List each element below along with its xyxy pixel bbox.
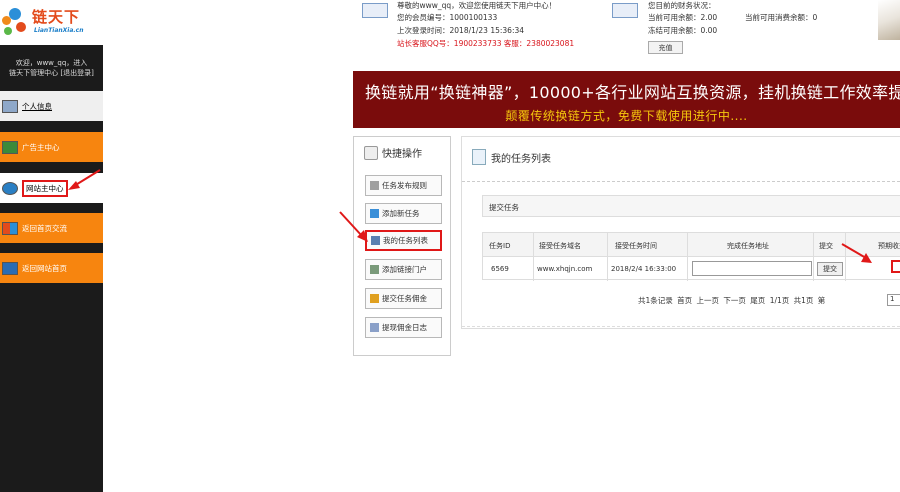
- button-label: 我的任务列表: [383, 236, 428, 245]
- document-icon: [370, 181, 379, 190]
- task-rules-button[interactable]: 任务发布规则: [365, 175, 442, 196]
- logo[interactable]: 链天下 LianTianXia.cn: [0, 0, 103, 45]
- sidebar: 链天下 LianTianXia.cn 欢迎，www_qq，进入 链天下管理中心 …: [0, 0, 103, 492]
- sidebar-item-exchange[interactable]: 返回首页交流: [0, 213, 103, 243]
- sidebar-item-advertiser[interactable]: 广告主中心: [0, 132, 103, 162]
- quick-actions-panel: 快捷操作 任务发布规则 添加新任务 我的任务列表 添加链接门户 提交任务佣金 提…: [353, 136, 451, 356]
- last-login: 上次登录时间：2018/1/23 15:36:34: [397, 26, 525, 35]
- task-table: 任务ID 接受任务域名 接受任务时间 完成任务地址 提交 预期收益 6569 w…: [482, 232, 900, 281]
- column-header: 完成任务地址: [727, 242, 769, 250]
- monitor-icon: [2, 140, 18, 154]
- pagination[interactable]: 共1条记录 首页 上一页 下一页 尾页 1/1页 共1页 第: [638, 295, 825, 306]
- button-label: 提交任务佣金: [382, 294, 427, 303]
- expected-score: 30: [891, 260, 900, 273]
- sidebar-item-label: 返回网站首页: [22, 263, 67, 273]
- column-header: 接受任务域名: [539, 242, 581, 250]
- completion-url-input[interactable]: [692, 261, 812, 276]
- logo-dots-icon: [2, 8, 30, 38]
- link-icon: [370, 265, 379, 274]
- column-header: 提交: [819, 242, 833, 250]
- tab-label: 提交任务: [489, 203, 519, 212]
- recharge-button[interactable]: 充值: [648, 41, 683, 54]
- balance-text: 当前可用余额：2.00: [648, 13, 718, 22]
- task-domain: www.xhqjn.com: [537, 265, 593, 273]
- column-divider: [533, 233, 534, 281]
- funds-title: 您目前的财务状况：: [648, 1, 716, 10]
- windows-icon: [2, 221, 18, 235]
- member-number: 您的会员编号：1000100133: [397, 13, 498, 22]
- sidebar-item-profile[interactable]: 个人信息: [0, 91, 103, 121]
- annotation-arrow: [68, 169, 101, 190]
- list-icon: [371, 236, 380, 245]
- task-list-panel: 我的任务列表 提交任务 任务ID 接受任务域名 接受任务时间 完成任务地址 提交…: [461, 136, 900, 329]
- divider: [462, 326, 900, 327]
- logo-subtitle: LianTianXia.cn: [34, 27, 84, 34]
- document-icon: [472, 149, 486, 165]
- submit-task-tab[interactable]: 提交任务: [482, 195, 900, 217]
- member-card-icon: [362, 3, 388, 18]
- frozen-text: 冻结可用余额：0.00: [648, 26, 718, 35]
- promo-banner[interactable]: 换链就用“换链神器”，10000+各行业网站互换资源，挂机换链工作效率提升！ 颠…: [353, 71, 900, 128]
- button-label: 添加链接门户: [382, 265, 427, 274]
- desktop-icon: [2, 261, 18, 275]
- quick-actions-title: 快捷操作: [364, 145, 422, 160]
- sidebar-item-label: 广告主中心: [22, 142, 60, 152]
- withdraw-log-button[interactable]: 提现佣金日志: [365, 317, 442, 338]
- my-task-list-button[interactable]: 我的任务列表: [365, 230, 442, 251]
- wallet-icon: [612, 3, 638, 18]
- log-icon: [370, 323, 379, 332]
- page-number-input[interactable]: 1: [887, 294, 900, 306]
- annotation-arrow: [841, 243, 872, 263]
- sidebar-item-home[interactable]: 返回网站首页: [0, 253, 103, 283]
- divider: [462, 181, 900, 182]
- sidebar-item-label: 网站主中心: [22, 179, 68, 197]
- sidebar-item-label: 返回首页交流: [22, 223, 67, 233]
- task-id: 6569: [491, 265, 509, 273]
- logout-link[interactable]: 链天下管理中心 [退出登录]: [0, 68, 103, 78]
- task-time: 2018/2/4 16:33:00: [611, 265, 677, 273]
- recharge-label: 充值: [658, 43, 673, 52]
- panel-title: 我的任务列表: [472, 149, 551, 165]
- available-text: 当前可用消费余额：0: [745, 13, 818, 22]
- column-divider: [607, 233, 608, 281]
- service-hotline: 站长客服QQ号：1900233733 客服：2380023081: [397, 39, 575, 48]
- button-label: 任务发布规则: [382, 181, 427, 190]
- banner-subline: 颠覆传统换链方式，免费下载使用进行中....: [505, 109, 748, 123]
- column-divider: [687, 233, 688, 281]
- button-label: 提现佣金日志: [382, 323, 427, 332]
- quick-actions-label: 快捷操作: [382, 149, 422, 160]
- sidebar-item-label: 个人信息: [22, 101, 52, 111]
- submit-label: 提交: [823, 265, 837, 273]
- column-header: 任务ID: [489, 242, 511, 250]
- user-card-icon: [2, 99, 18, 113]
- add-link-portal-button[interactable]: 添加链接门户: [365, 259, 442, 280]
- submit-commission-button[interactable]: 提交任务佣金: [365, 288, 442, 309]
- banner-headline: 换链就用“换链神器”，10000+各行业网站互换资源，挂机换链工作效率提升！: [365, 83, 900, 102]
- annotation-arrow: [339, 211, 368, 242]
- column-header: 接受任务时间: [615, 242, 657, 250]
- plus-icon: [370, 209, 379, 218]
- signpost-icon: [364, 145, 378, 160]
- greeting-text: 尊敬的www_qq，欢迎您使用链天下用户中心！: [397, 1, 557, 10]
- ie-browser-icon: [2, 181, 18, 195]
- column-header: 预期收益: [878, 242, 900, 250]
- logo-text: 链天下: [32, 8, 81, 26]
- key-icon: [370, 294, 379, 303]
- welcome-line: 欢迎，www_qq，进入: [15, 59, 88, 67]
- welcome-text: 欢迎，www_qq，进入 链天下管理中心 [退出登录]: [0, 58, 103, 78]
- column-divider: [813, 233, 814, 281]
- add-task-button[interactable]: 添加新任务: [365, 203, 442, 224]
- decorative-image: [878, 0, 900, 40]
- panel-title-label: 我的任务列表: [491, 153, 551, 165]
- button-label: 添加新任务: [382, 209, 420, 218]
